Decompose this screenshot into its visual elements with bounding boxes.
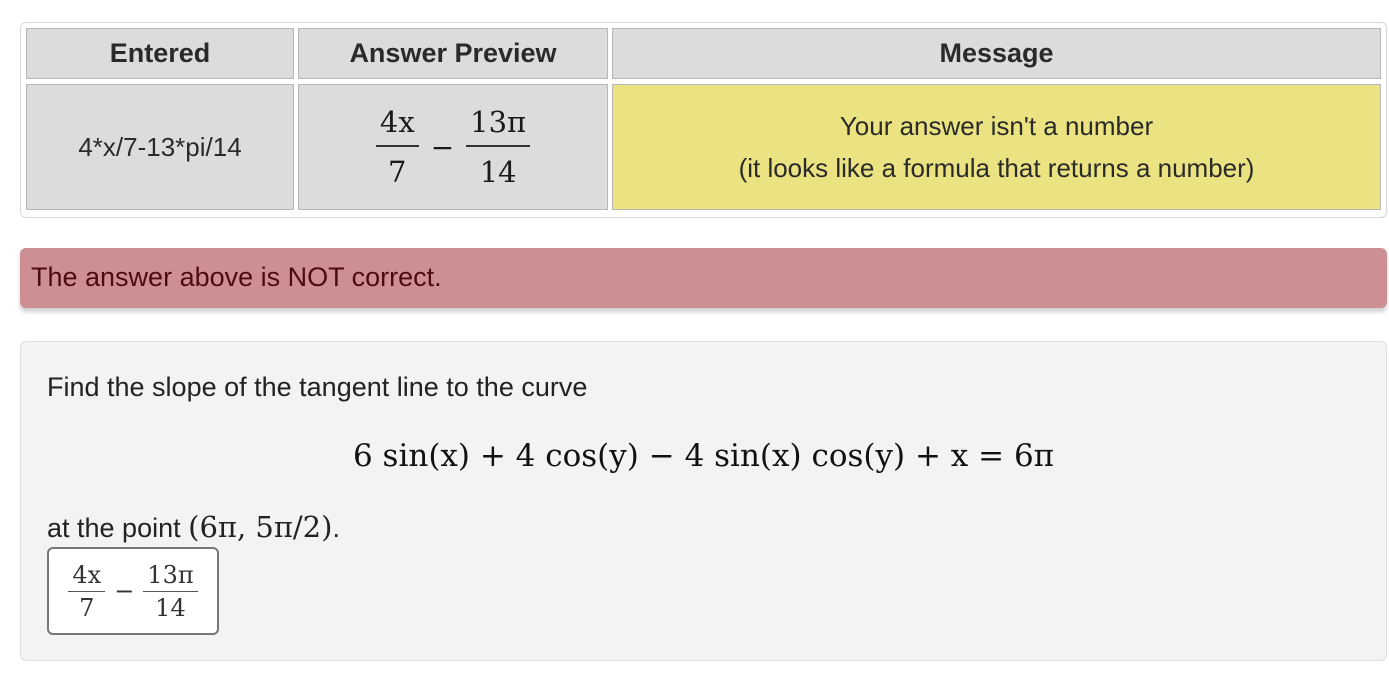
results-table-container: Entered Answer Preview Message 4*x/7-13*… bbox=[20, 22, 1387, 218]
point-coordinates: (6π, 5π/2) bbox=[188, 510, 333, 544]
header-answer-preview: Answer Preview bbox=[296, 26, 610, 82]
preview-fraction-1-numerator: 4x bbox=[375, 105, 419, 147]
results-row: 4*x/7-13*pi/14 4x 7 − 13π 14 Your answer… bbox=[24, 82, 1383, 212]
preview-fraction-2: 13π 14 bbox=[466, 105, 531, 189]
answer-minus-operator: − bbox=[114, 577, 135, 605]
answer-fraction-2-denominator: 14 bbox=[155, 593, 186, 622]
results-header-row: Entered Answer Preview Message bbox=[24, 26, 1383, 82]
message-line-2: (it looks like a formula that returns a … bbox=[738, 153, 1255, 183]
answer-fraction-2-numerator: 13π bbox=[143, 561, 198, 592]
answer-fraction-1-numerator: 4x bbox=[68, 561, 106, 592]
incorrect-feedback-banner: The answer above is NOT correct. bbox=[20, 248, 1387, 308]
results-table: Entered Answer Preview Message 4*x/7-13*… bbox=[24, 26, 1383, 212]
preview-fraction-2-denominator: 14 bbox=[479, 155, 517, 189]
answer-fraction-1-denominator: 7 bbox=[79, 593, 95, 622]
answer-preview-cell: 4x 7 − 13π 14 bbox=[296, 82, 610, 212]
preview-fraction-1-denominator: 7 bbox=[388, 155, 407, 189]
header-message: Message bbox=[610, 26, 1383, 82]
answer-fraction-1: 4x 7 bbox=[68, 561, 106, 622]
problem-panel: Find the slope of the tangent line to th… bbox=[20, 341, 1387, 661]
entered-cell: 4*x/7-13*pi/14 bbox=[24, 82, 296, 212]
problem-prompt: Find the slope of the tangent line to th… bbox=[47, 372, 588, 402]
point-suffix: . bbox=[332, 513, 340, 543]
preview-minus-operator: − bbox=[430, 130, 455, 164]
header-entered: Entered bbox=[24, 26, 296, 82]
answer-input[interactable]: 4x 7 − 13π 14 bbox=[47, 547, 219, 635]
preview-fraction-1: 4x 7 bbox=[375, 105, 419, 189]
preview-fraction-2-numerator: 13π bbox=[466, 105, 531, 147]
problem-equation: 6 sin(x) + 4 cos(y) − 4 sin(x) cos(y) + … bbox=[352, 438, 1055, 474]
answer-fraction-2: 13π 14 bbox=[143, 561, 198, 622]
message-cell: Your answer isn't a number (it looks lik… bbox=[610, 82, 1383, 212]
point-prefix: at the point bbox=[47, 513, 181, 543]
answer-preview-math: 4x 7 − 13π 14 bbox=[375, 105, 531, 189]
message-line-1: Your answer isn't a number bbox=[839, 111, 1154, 141]
point-statement: at the point (6π, 5π/2). bbox=[47, 510, 340, 544]
